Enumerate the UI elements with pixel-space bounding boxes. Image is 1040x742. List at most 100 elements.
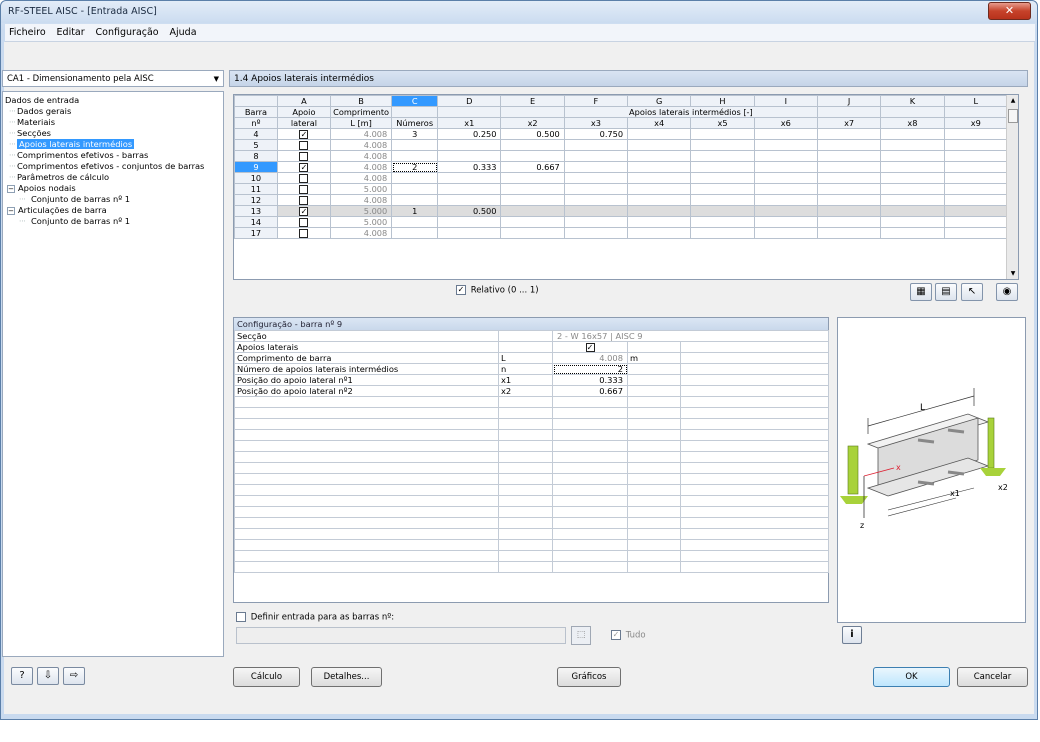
x-cell[interactable] <box>816 205 882 217</box>
col-letter[interactable]: I <box>753 95 818 107</box>
import-icon[interactable]: ⇩ <box>37 667 59 685</box>
menu-ajuda[interactable]: Ajuda <box>166 24 201 38</box>
barra-cell[interactable]: 14 <box>234 216 278 228</box>
relative-option[interactable]: ✓ Relativo (0 ... 1) <box>456 285 539 296</box>
barra-cell[interactable]: 9 <box>234 161 278 173</box>
length-cell[interactable]: 4.008 <box>329 227 393 239</box>
x-cell[interactable] <box>816 194 882 206</box>
x-cell[interactable] <box>816 227 882 239</box>
x-cell[interactable] <box>627 150 692 162</box>
x2-cell[interactable] <box>500 194 565 206</box>
table-row[interactable]: 8 4.008 <box>234 150 1009 162</box>
col-letter[interactable]: J <box>816 95 882 107</box>
table-row[interactable]: 11 5.000 <box>234 183 1009 195</box>
col-letter[interactable]: D <box>437 95 502 107</box>
x-cell[interactable] <box>816 128 882 140</box>
x1-cell[interactable] <box>437 194 502 206</box>
apoio-cell[interactable] <box>276 227 331 239</box>
define-bars-input[interactable] <box>236 627 566 644</box>
table-row[interactable]: 13 ✓ 5.000 1 0.500 <box>234 205 1009 217</box>
x-cell[interactable] <box>690 183 755 195</box>
col-letter[interactable]: L <box>943 95 1009 107</box>
menu-ficheiro[interactable]: Ficheiro <box>5 24 50 38</box>
table-scrollbar[interactable]: ▲ ▼ <box>1006 95 1018 279</box>
length-cell[interactable]: 4.008 <box>329 194 393 206</box>
x-cell[interactable] <box>816 183 882 195</box>
excel-import-icon[interactable]: ▤ <box>935 283 957 301</box>
numeros-cell[interactable] <box>391 150 439 162</box>
apoio-cell[interactable] <box>276 172 331 184</box>
barra-cell[interactable]: 17 <box>234 227 278 239</box>
length-cell[interactable]: 4.008 <box>329 150 393 162</box>
x-cell[interactable] <box>880 205 945 217</box>
x-cell[interactable] <box>690 161 755 173</box>
excel-export-icon[interactable]: ▦ <box>910 283 932 301</box>
x-cell[interactable] <box>627 205 692 217</box>
relative-checkbox[interactable]: ✓ <box>456 285 466 295</box>
tree-item-dados-gerais[interactable]: ⋯ Dados gerais <box>5 106 221 117</box>
tree-item-comp-conjuntos[interactable]: ⋯ Comprimentos efetivos - conjuntos de ba… <box>5 161 221 172</box>
x-cell[interactable] <box>753 183 818 195</box>
x-cell[interactable] <box>880 194 945 206</box>
table-row[interactable]: 17 4.008 <box>234 227 1009 239</box>
x-cell[interactable] <box>690 216 755 228</box>
col-letter[interactable]: B <box>329 95 393 107</box>
x-cell[interactable] <box>816 216 882 228</box>
tree-item-apoios-laterais[interactable]: ⋯ Apoios laterais intermédios <box>5 139 221 150</box>
length-cell[interactable]: 5.000 <box>329 183 393 195</box>
x-cell[interactable] <box>627 216 692 228</box>
x-cell[interactable] <box>880 161 945 173</box>
x-cell[interactable] <box>690 139 755 151</box>
collapse-icon[interactable]: − <box>7 185 15 193</box>
scroll-down-icon[interactable]: ▼ <box>1008 270 1018 277</box>
view-eye-icon[interactable]: ◉ <box>996 283 1018 301</box>
x2-cell[interactable] <box>500 227 565 239</box>
length-cell[interactable]: 5.000 <box>329 216 393 228</box>
apoio-checkbox[interactable] <box>299 174 309 183</box>
x-cell[interactable] <box>627 161 692 173</box>
x-cell[interactable] <box>627 194 692 206</box>
help-icon[interactable]: ? <box>11 667 33 685</box>
settings-value[interactable]: 2 <box>552 363 628 375</box>
x-cell[interactable] <box>816 172 882 184</box>
numeros-cell[interactable] <box>391 227 439 239</box>
x2-cell[interactable] <box>500 172 565 184</box>
x-cell[interactable] <box>627 172 692 184</box>
apoio-cell[interactable] <box>276 194 331 206</box>
x-cell[interactable] <box>690 172 755 184</box>
settings-value[interactable]: 0.667 <box>552 385 628 397</box>
info-icon[interactable]: i <box>842 626 862 644</box>
table-row[interactable]: 12 4.008 <box>234 194 1009 206</box>
detalhes-button[interactable]: Detalhes... <box>311 667 382 687</box>
table-row[interactable]: 4 ✓ 4.008 3 0.250 0.500 0.750 <box>234 128 1009 140</box>
scroll-thumb[interactable] <box>1008 109 1018 123</box>
col-letter[interactable]: E <box>500 95 565 107</box>
x-cell[interactable] <box>753 194 818 206</box>
table-row[interactable]: 10 4.008 <box>234 172 1009 184</box>
x-cell[interactable] <box>690 128 755 140</box>
table-row[interactable]: 14 5.000 <box>234 216 1009 228</box>
x-cell[interactable] <box>753 227 818 239</box>
x-cell[interactable] <box>880 139 945 151</box>
x-cell[interactable] <box>943 128 1009 140</box>
col-letter[interactable]: A <box>276 95 331 107</box>
x-cell[interactable] <box>880 172 945 184</box>
x1-cell[interactable] <box>437 216 502 228</box>
length-cell[interactable]: 4.008 <box>329 172 393 184</box>
apoio-cell[interactable]: ✓ <box>276 128 331 140</box>
x1-cell[interactable] <box>437 227 502 239</box>
ok-button[interactable]: OK <box>873 667 950 687</box>
x-cell[interactable] <box>753 161 818 173</box>
x1-cell[interactable]: 0.333 <box>437 161 502 173</box>
x1-cell[interactable] <box>437 150 502 162</box>
x-cell[interactable] <box>880 227 945 239</box>
x-cell[interactable] <box>943 161 1009 173</box>
x-cell[interactable] <box>943 216 1009 228</box>
calculo-button[interactable]: Cálculo <box>233 667 300 687</box>
x-cell[interactable] <box>816 139 882 151</box>
tree-item-parametros[interactable]: ⋯ Parâmetros de cálculo <box>5 172 221 183</box>
numeros-cell[interactable]: 1 <box>391 205 439 217</box>
col-letter[interactable]: C <box>391 95 439 107</box>
col-letter[interactable]: G <box>627 95 692 107</box>
numeros-cell[interactable]: 3 <box>391 128 439 140</box>
